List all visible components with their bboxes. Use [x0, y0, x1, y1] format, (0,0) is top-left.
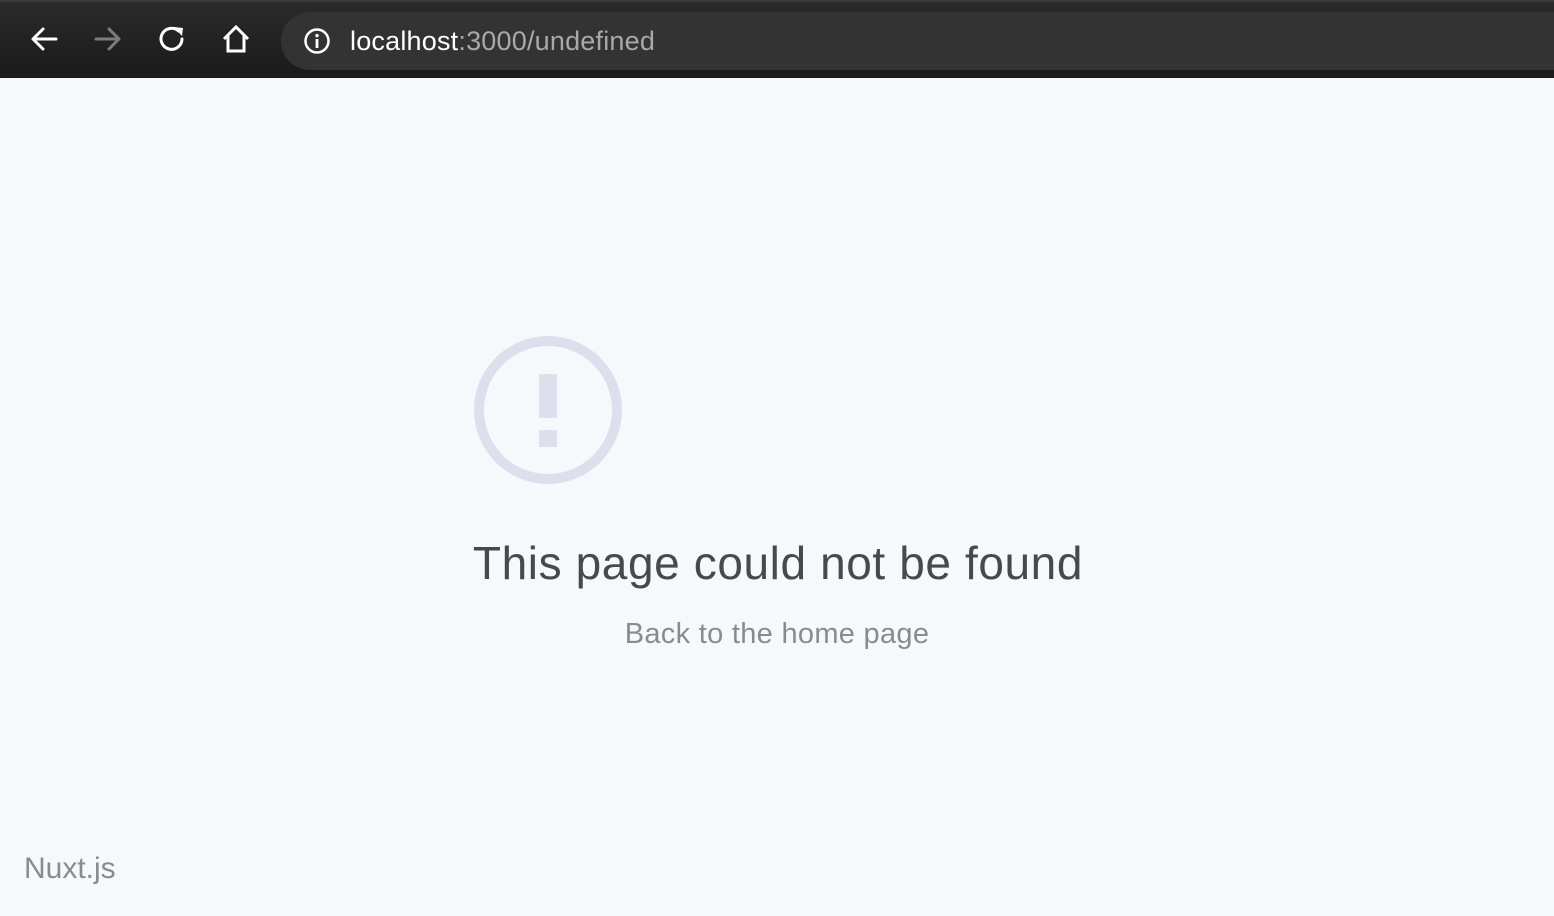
page-title: This page could not be found — [472, 537, 1084, 589]
back-button[interactable] — [26, 21, 62, 57]
warning-icon — [472, 334, 624, 486]
address-bar[interactable]: localhost:3000/undefined — [281, 12, 1554, 70]
url-text[interactable]: localhost:3000/undefined — [350, 26, 655, 57]
forward-button[interactable] — [90, 21, 126, 57]
url-path: :3000/undefined — [458, 25, 656, 56]
home-icon — [221, 24, 251, 54]
info-icon[interactable] — [303, 27, 331, 55]
home-button[interactable] — [218, 21, 254, 57]
browser-toolbar: localhost:3000/undefined — [0, 0, 1554, 78]
arrow-left-icon — [29, 24, 59, 54]
arrow-right-icon — [93, 24, 123, 54]
reload-button[interactable] — [154, 21, 190, 57]
url-host: localhost — [350, 25, 459, 56]
nuxt-brand-link[interactable]: Nuxt.js — [24, 852, 116, 886]
error-page: This page could not be found Back to the… — [0, 78, 1554, 916]
home-page-link[interactable]: Back to the home page — [0, 618, 1554, 651]
reload-icon — [157, 24, 187, 54]
